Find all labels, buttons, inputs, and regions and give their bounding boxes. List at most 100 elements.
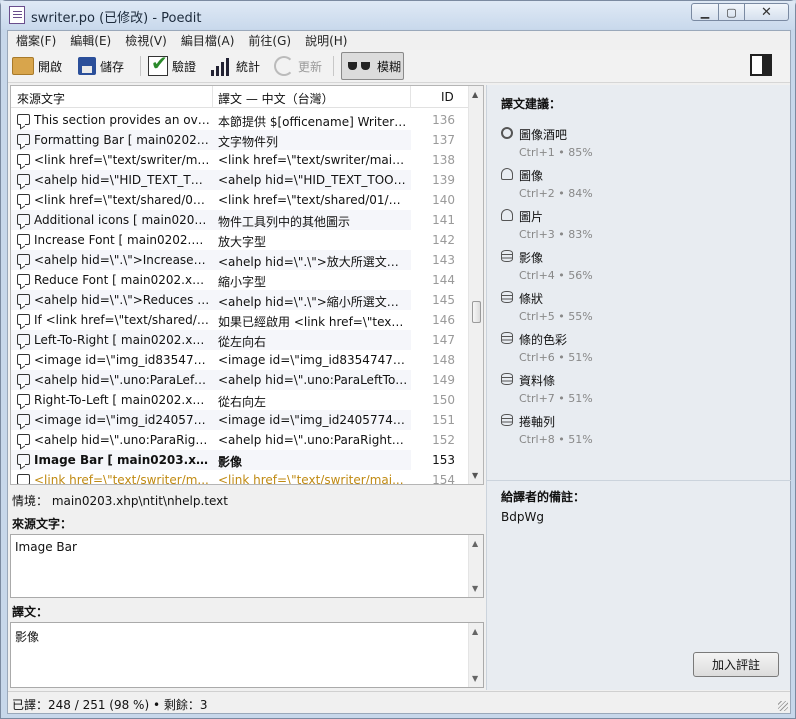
row-source: Left-To-Right [ main0202.xh... — [34, 333, 210, 347]
database-icon — [501, 250, 513, 262]
row-source: <link href=\"text/shared/01/... — [34, 193, 210, 207]
scroll-up-icon[interactable]: ▲ — [472, 539, 478, 548]
table-row[interactable]: <ahelp hid=\".uno:ParaLeftT... <ahelp hid… — [11, 370, 469, 390]
suggestion-text: 圖像 — [519, 169, 544, 183]
row-id: 141 — [432, 213, 455, 227]
comment-icon — [17, 314, 30, 325]
row-source: <ahelp hid=\".uno:ParaRight... — [34, 433, 210, 447]
comment-icon — [17, 434, 30, 445]
menu-help[interactable]: 說明(H) — [305, 32, 347, 49]
table-row[interactable]: <link href=\"text/swriter/m... <link href… — [11, 470, 469, 484]
row-id: 151 — [432, 413, 455, 427]
scroll-down-icon[interactable]: ▼ — [472, 674, 478, 683]
save-icon — [78, 57, 96, 75]
sidebar-panel: 譯文建議： 圖像酒吧 Ctrl+1 • 85% 圖像 Ctrl+2 • 84% 圖片 Ct… — [486, 85, 791, 690]
resize-grip-icon[interactable] — [778, 701, 788, 711]
menu-edit[interactable]: 編輯(E) — [70, 32, 111, 49]
comment-icon — [17, 154, 30, 165]
save-label: 儲存 — [100, 59, 125, 74]
person-icon — [501, 209, 513, 221]
table-row[interactable]: <ahelp hid=\".\">Increases t... <ahelp hi… — [11, 250, 469, 270]
row-id: 136 — [432, 113, 455, 127]
database-icon — [501, 414, 513, 426]
table-row[interactable]: Right-To-Left [ main0202.xh... 從右向左 150 — [11, 390, 469, 410]
add-comment-button[interactable]: 加入評註 — [693, 652, 779, 677]
table-row[interactable]: <ahelp hid=\".uno:ParaRight... <ahelp hid… — [11, 430, 469, 450]
row-translation: 從左向右 — [218, 335, 267, 349]
row-id: 138 — [432, 153, 455, 167]
column-separator — [410, 86, 411, 108]
source-scrollbar[interactable]: ▲ ▼ — [468, 535, 483, 597]
list-rows: This section provides an over... 本節提供 $[o… — [11, 110, 469, 484]
comment-icon — [17, 234, 30, 245]
status-text: 已譯：248 / 251 (98 %) • 剩餘：3 — [12, 698, 208, 712]
validate-label: 驗證 — [172, 59, 197, 74]
title-bar[interactable]: swriter.po (已修改) - Poedit ▁ ▢ ✕ — [1, 1, 795, 29]
close-button[interactable]: ✕ — [745, 3, 789, 21]
scroll-up-icon[interactable]: ▲ — [472, 627, 478, 636]
suggestion-meta: Ctrl+8 • 51% — [519, 433, 593, 446]
translation-scrollbar[interactable]: ▲ ▼ — [468, 623, 483, 687]
table-row[interactable]: This section provides an over... 本節提供 $[o… — [11, 110, 469, 130]
folder-icon — [12, 57, 34, 75]
scroll-thumb[interactable] — [472, 301, 481, 323]
column-source[interactable]: 來源文字 — [17, 90, 65, 107]
table-row[interactable]: Left-To-Right [ main0202.xh... 從左向右 147 — [11, 330, 469, 350]
comment-icon — [17, 214, 30, 225]
open-button[interactable]: 開啟 — [12, 53, 62, 79]
table-row[interactable]: <ahelp hid=\".\">Reduces th... <ahelp hid… — [11, 290, 469, 310]
comment-icon — [17, 134, 30, 145]
suggestion-meta: Ctrl+7 • 51% — [519, 392, 593, 405]
scroll-up-icon[interactable]: ▲ — [472, 90, 478, 99]
row-source: <ahelp hid=\".uno:ParaLeftT... — [34, 373, 210, 387]
column-id[interactable]: ID — [441, 90, 454, 104]
source-text-label: 來源文字： — [12, 517, 73, 531]
table-row[interactable]: Reduce Font [ main0202.xhp... 縮小字型 144 — [11, 270, 469, 290]
source-text-box[interactable]: Image Bar ▲ ▼ — [10, 534, 484, 598]
table-row[interactable]: <ahelp hid=\"HID_TEXT_TO... <ahelp hid=\"… — [11, 170, 469, 190]
maximize-button[interactable]: ▢ — [719, 3, 745, 21]
table-row[interactable]: <image id=\"img_id2405774... <image id=\"… — [11, 410, 469, 430]
bar-chart-icon — [210, 56, 232, 76]
comment-icon — [17, 334, 30, 345]
row-translation: 縮小字型 — [218, 275, 267, 289]
table-row[interactable]: If <link href=\"text/shared/00... 如果已經啟用 … — [11, 310, 469, 330]
menu-bar: 檔案(F) 編輯(E) 檢視(V) 編目檔(A) 前往(G) 說明(H) — [8, 31, 790, 50]
menu-go[interactable]: 前往(G) — [248, 32, 291, 49]
scroll-down-icon[interactable]: ▼ — [472, 471, 478, 480]
row-translation: <ahelp hid=\".\">縮小所選文字... — [218, 295, 408, 309]
suggestion-meta: Ctrl+6 • 51% — [519, 351, 593, 364]
table-row[interactable]: Additional icons [ main0202.... 物件工具列中的其他… — [11, 210, 469, 230]
fuzzy-toggle-button[interactable]: 模糊 — [341, 52, 404, 80]
sidebar-divider — [487, 480, 791, 481]
list-header: 來源文字 譯文 — 中文（台灣） ID — [11, 86, 469, 108]
table-row[interactable]: Increase Font [ main0202.xh... 放大字型 142 — [11, 230, 469, 250]
column-translation[interactable]: 譯文 — 中文（台灣） — [218, 90, 334, 107]
row-translation: <ahelp hid=\".uno:ParaRightTo... — [218, 433, 408, 447]
save-button[interactable]: 儲存 — [78, 53, 124, 79]
table-row[interactable]: <link href=\"text/shared/01/... <link hre… — [11, 190, 469, 210]
row-id: 148 — [432, 353, 455, 367]
suggestion-text: 資料條 — [519, 374, 556, 388]
menu-file[interactable]: 檔案(F) — [16, 32, 56, 49]
toggle-sidebar-icon[interactable] — [750, 54, 772, 76]
list-scrollbar[interactable]: ▲ ▼ — [468, 86, 483, 484]
menu-catalog[interactable]: 編目檔(A) — [181, 32, 235, 49]
row-translation: 文字物件列 — [218, 135, 279, 149]
row-id: 139 — [432, 173, 455, 187]
validate-button[interactable]: 驗證 — [148, 51, 197, 79]
update-button[interactable]: 更新 — [274, 53, 322, 79]
table-row[interactable]: <link href=\"text/swriter/mai... <link hr… — [11, 150, 469, 170]
minimize-button[interactable]: ▁ — [691, 3, 719, 21]
minimize-icon: ▁ — [700, 5, 710, 19]
database-icon — [501, 373, 513, 385]
menu-view[interactable]: 檢視(V) — [125, 32, 167, 49]
refresh-icon — [274, 56, 294, 76]
table-row[interactable]: Formatting Bar [ main0202.x... 文字物件列 137 — [11, 130, 469, 150]
translation-text-field[interactable]: 影像 ▲ ▼ — [10, 622, 484, 688]
table-row[interactable]: Image Bar [ main0203.xhp\... 影像 153 — [11, 450, 469, 470]
stats-button[interactable]: 統計 — [210, 53, 260, 79]
source-text: Image Bar — [15, 540, 77, 554]
scroll-down-icon[interactable]: ▼ — [472, 584, 478, 593]
table-row[interactable]: <image id=\"img_id8354747... <image id=\"… — [11, 350, 469, 370]
